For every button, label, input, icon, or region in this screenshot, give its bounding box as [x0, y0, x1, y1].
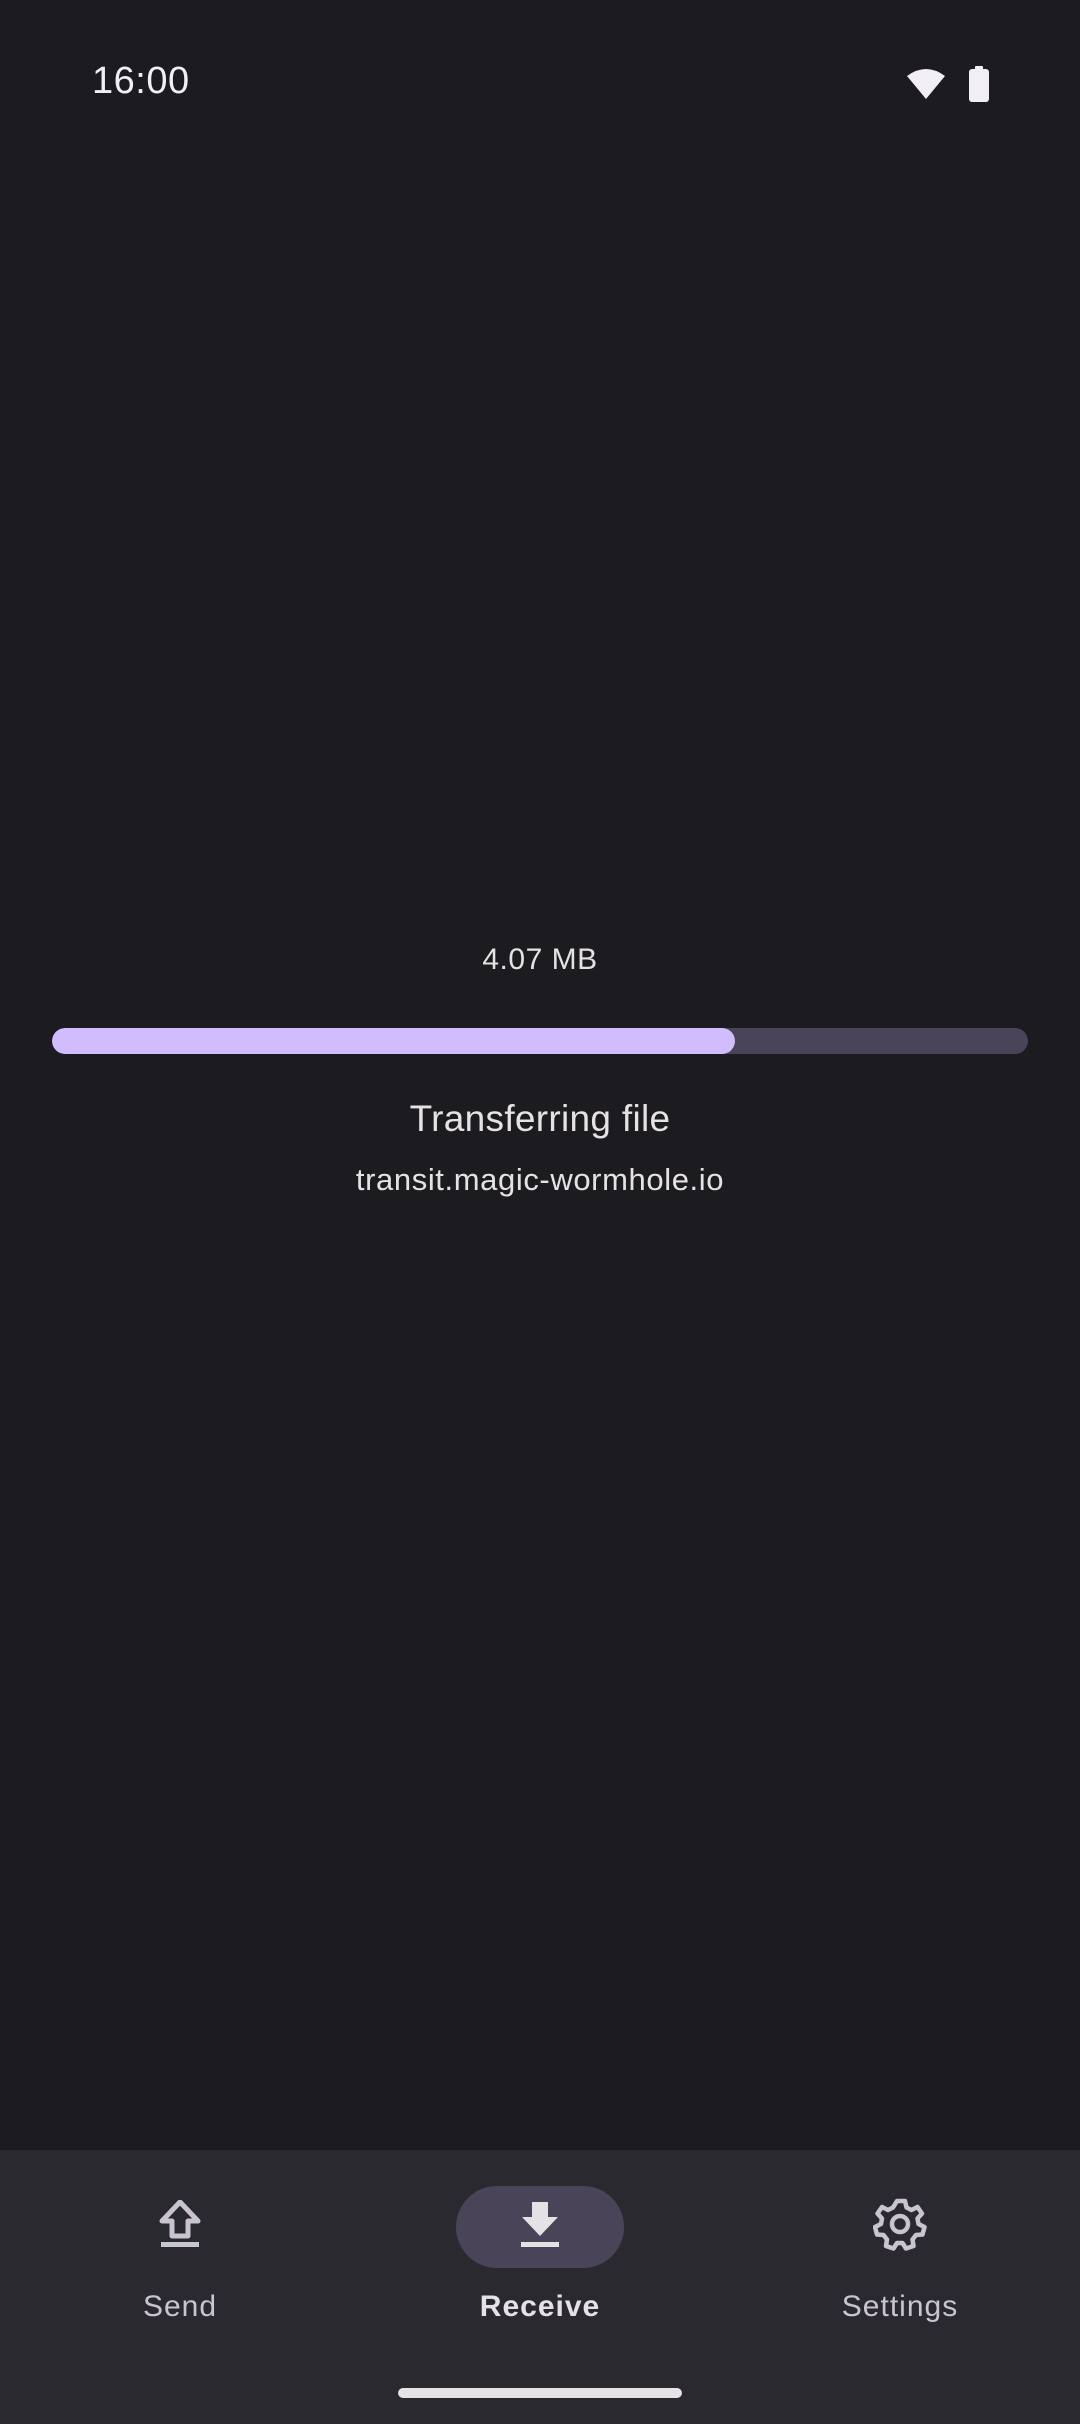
status-icons — [906, 66, 990, 102]
download-icon — [518, 2200, 562, 2255]
transfer-progress-panel: 4.07 MB Transferring file transit.magic-… — [0, 940, 1080, 1197]
status-time: 16:00 — [92, 60, 190, 102]
upload-icon — [158, 2199, 202, 2255]
battery-icon — [968, 66, 990, 102]
status-bar: 16:00 — [0, 0, 1080, 170]
transfer-size: 4.07 MB — [482, 943, 598, 976]
nav-send-icon-container — [96, 2186, 264, 2268]
nav-receive-icon-container — [456, 2186, 624, 2268]
nav-label-send: Send — [142, 2290, 218, 2323]
screen: 16:00 4.07 MB Transferring file transit.… — [0, 0, 1080, 2424]
transfer-relay-host: transit.magic-wormhole.io — [355, 1162, 725, 1197]
nav-label-settings: Settings — [841, 2290, 959, 2323]
nav-item-send[interactable]: Send — [60, 2186, 300, 2346]
transfer-status-title: Transferring file — [409, 1098, 671, 1139]
progress-bar-fill — [52, 1028, 736, 1054]
home-indicator[interactable] — [398, 2388, 682, 2398]
nav-label-receive: Receive — [479, 2290, 601, 2323]
gear-icon — [872, 2198, 927, 2257]
nav-settings-icon-container — [816, 2186, 984, 2268]
progress-bar — [52, 1028, 1028, 1054]
nav-item-settings[interactable]: Settings — [780, 2186, 1020, 2346]
wifi-icon — [906, 68, 946, 100]
nav-item-receive[interactable]: Receive — [420, 2186, 660, 2346]
bottom-navigation: Send Receive Settings — [0, 2150, 1080, 2424]
